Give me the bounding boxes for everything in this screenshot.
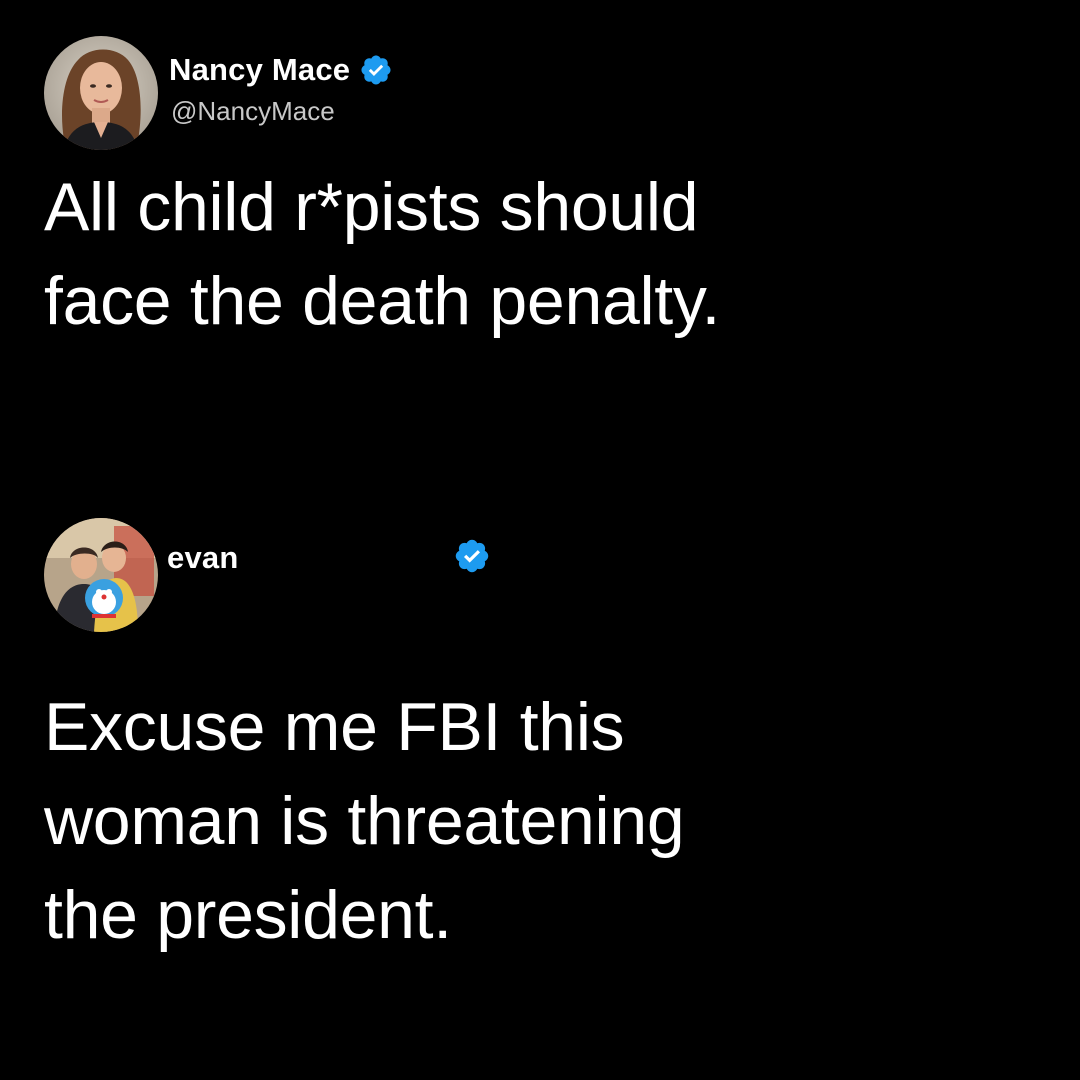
tweet-header: evan	[44, 518, 1044, 632]
tweet-text-line: the president.	[44, 877, 452, 953]
tweet-evan: evan Excuse me FBI this woman is threate…	[44, 518, 1044, 962]
avatar[interactable]	[44, 36, 158, 150]
tweet-text-line: Excuse me FBI this	[44, 689, 625, 765]
tweet-text: Excuse me FBI this woman is threatening …	[44, 680, 1044, 962]
name-row: evan	[167, 538, 238, 578]
tweet-nancy-mace: Nancy Mace @NancyMace All child r*pists …	[44, 36, 1044, 348]
profile-photo-icon	[44, 518, 158, 632]
profile-photo-icon	[44, 36, 158, 150]
handle[interactable]: @NancyMace	[171, 96, 335, 127]
tweet-text-line: woman is threatening	[44, 783, 685, 859]
verified-badge-icon	[453, 537, 491, 575]
tweet-text-line: All child r*pists should	[44, 169, 699, 245]
avatar[interactable]	[44, 518, 158, 632]
tweet-text: All child r*pists should face the death …	[44, 160, 1044, 348]
verified-badge-icon	[359, 53, 393, 87]
name-row: Nancy Mace	[169, 50, 393, 90]
tweet-header: Nancy Mace @NancyMace	[44, 36, 1044, 150]
display-name[interactable]: Nancy Mace	[169, 52, 350, 88]
display-name[interactable]: evan	[167, 540, 238, 576]
tweet-text-line: face the death penalty.	[44, 263, 721, 339]
